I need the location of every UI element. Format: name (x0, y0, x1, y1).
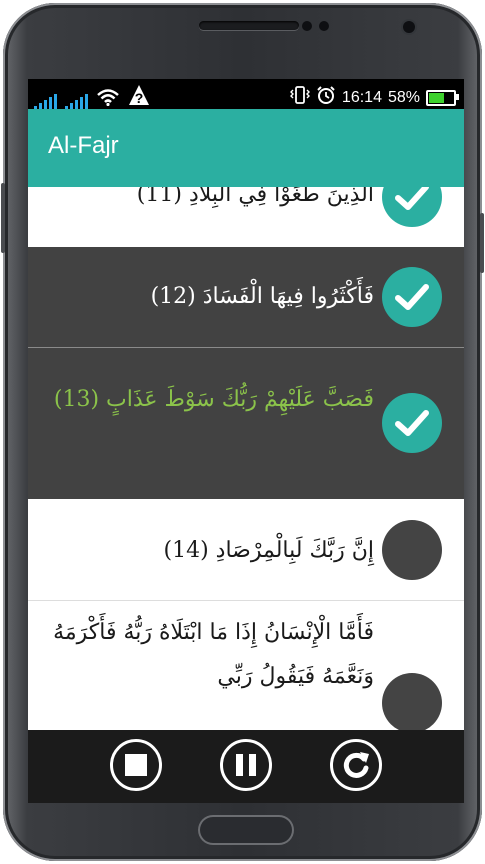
phone-frame: ? 16:14 58% Al-Fajr الَّذِينَ طَغَوْا فِ… (1, 3, 484, 861)
help-icon: ? (128, 84, 150, 111)
verse-text: فَأَكْثَرُوا فِيهَا الْفَسَادَ (12) (150, 284, 374, 309)
check-icon (395, 284, 429, 310)
volume-button[interactable] (1, 183, 5, 253)
repeat-icon (343, 752, 369, 778)
verse-row[interactable]: إِنَّ رَبَّكَ لَبِالْمِرْصَادِ (14) (28, 499, 464, 600)
playback-controls (28, 730, 464, 803)
earpiece-speaker (199, 21, 299, 30)
home-button[interactable] (198, 815, 294, 845)
alarm-icon (316, 85, 336, 110)
stop-button[interactable] (110, 739, 162, 791)
verse-check-toggle[interactable] (382, 267, 442, 327)
app-bar: Al-Fajr (28, 109, 464, 187)
verse-row[interactable]: الَّذِينَ طَغَوْا فِي الْبِلَادِ (11) (28, 187, 464, 247)
light-sensor (319, 21, 329, 31)
verse-check-toggle[interactable] (382, 673, 442, 730)
verse-check-toggle[interactable] (382, 187, 442, 227)
vibrate-icon (289, 86, 310, 109)
verse-text: فَأَمَّا الْإِنْسَانُ إِذَا مَا ابْتَلَا… (53, 620, 374, 689)
verse-text: الَّذِينَ طَغَوْا فِي الْبِلَادِ (11) (136, 187, 374, 207)
power-button[interactable] (480, 213, 484, 273)
verse-check-toggle[interactable] (382, 393, 442, 453)
pause-icon (236, 754, 256, 776)
status-bar: ? 16:14 58% (28, 79, 464, 111)
wifi-icon (96, 88, 120, 111)
battery-icon (426, 89, 459, 106)
verse-row[interactable]: فَأَمَّا الْإِنْسَانُ إِذَا مَا ابْتَلَا… (28, 601, 464, 730)
check-icon (395, 187, 429, 210)
verse-text: إِنَّ رَبَّكَ لَبِالْمِرْصَادِ (14) (163, 538, 375, 563)
proximity-sensor (302, 21, 312, 31)
repeat-button[interactable] (330, 739, 382, 791)
pause-button[interactable] (220, 739, 272, 791)
clock-time: 16:14 (341, 88, 382, 106)
stop-icon (125, 754, 147, 776)
verse-row-current[interactable]: فَصَبَّ عَلَيْهِمْ رَبُّكَ سَوْطَ عَذَاب… (28, 348, 464, 499)
verse-list[interactable]: الَّذِينَ طَغَوْا فِي الْبِلَادِ (11) فَ… (28, 187, 464, 730)
verse-row[interactable]: فَأَكْثَرُوا فِيهَا الْفَسَادَ (12) (28, 247, 464, 347)
svg-text:?: ? (135, 90, 144, 106)
verse-text: فَصَبَّ عَلَيْهِمْ رَبُّكَ سَوْطَ عَذَاب… (53, 387, 374, 412)
battery-percent: 58% (387, 88, 420, 106)
front-camera (403, 21, 415, 33)
verse-check-toggle[interactable] (382, 520, 442, 580)
page-title: Al-Fajr (48, 132, 119, 159)
screen: ? 16:14 58% Al-Fajr الَّذِينَ طَغَوْا فِ… (28, 79, 464, 803)
check-icon (395, 410, 429, 436)
